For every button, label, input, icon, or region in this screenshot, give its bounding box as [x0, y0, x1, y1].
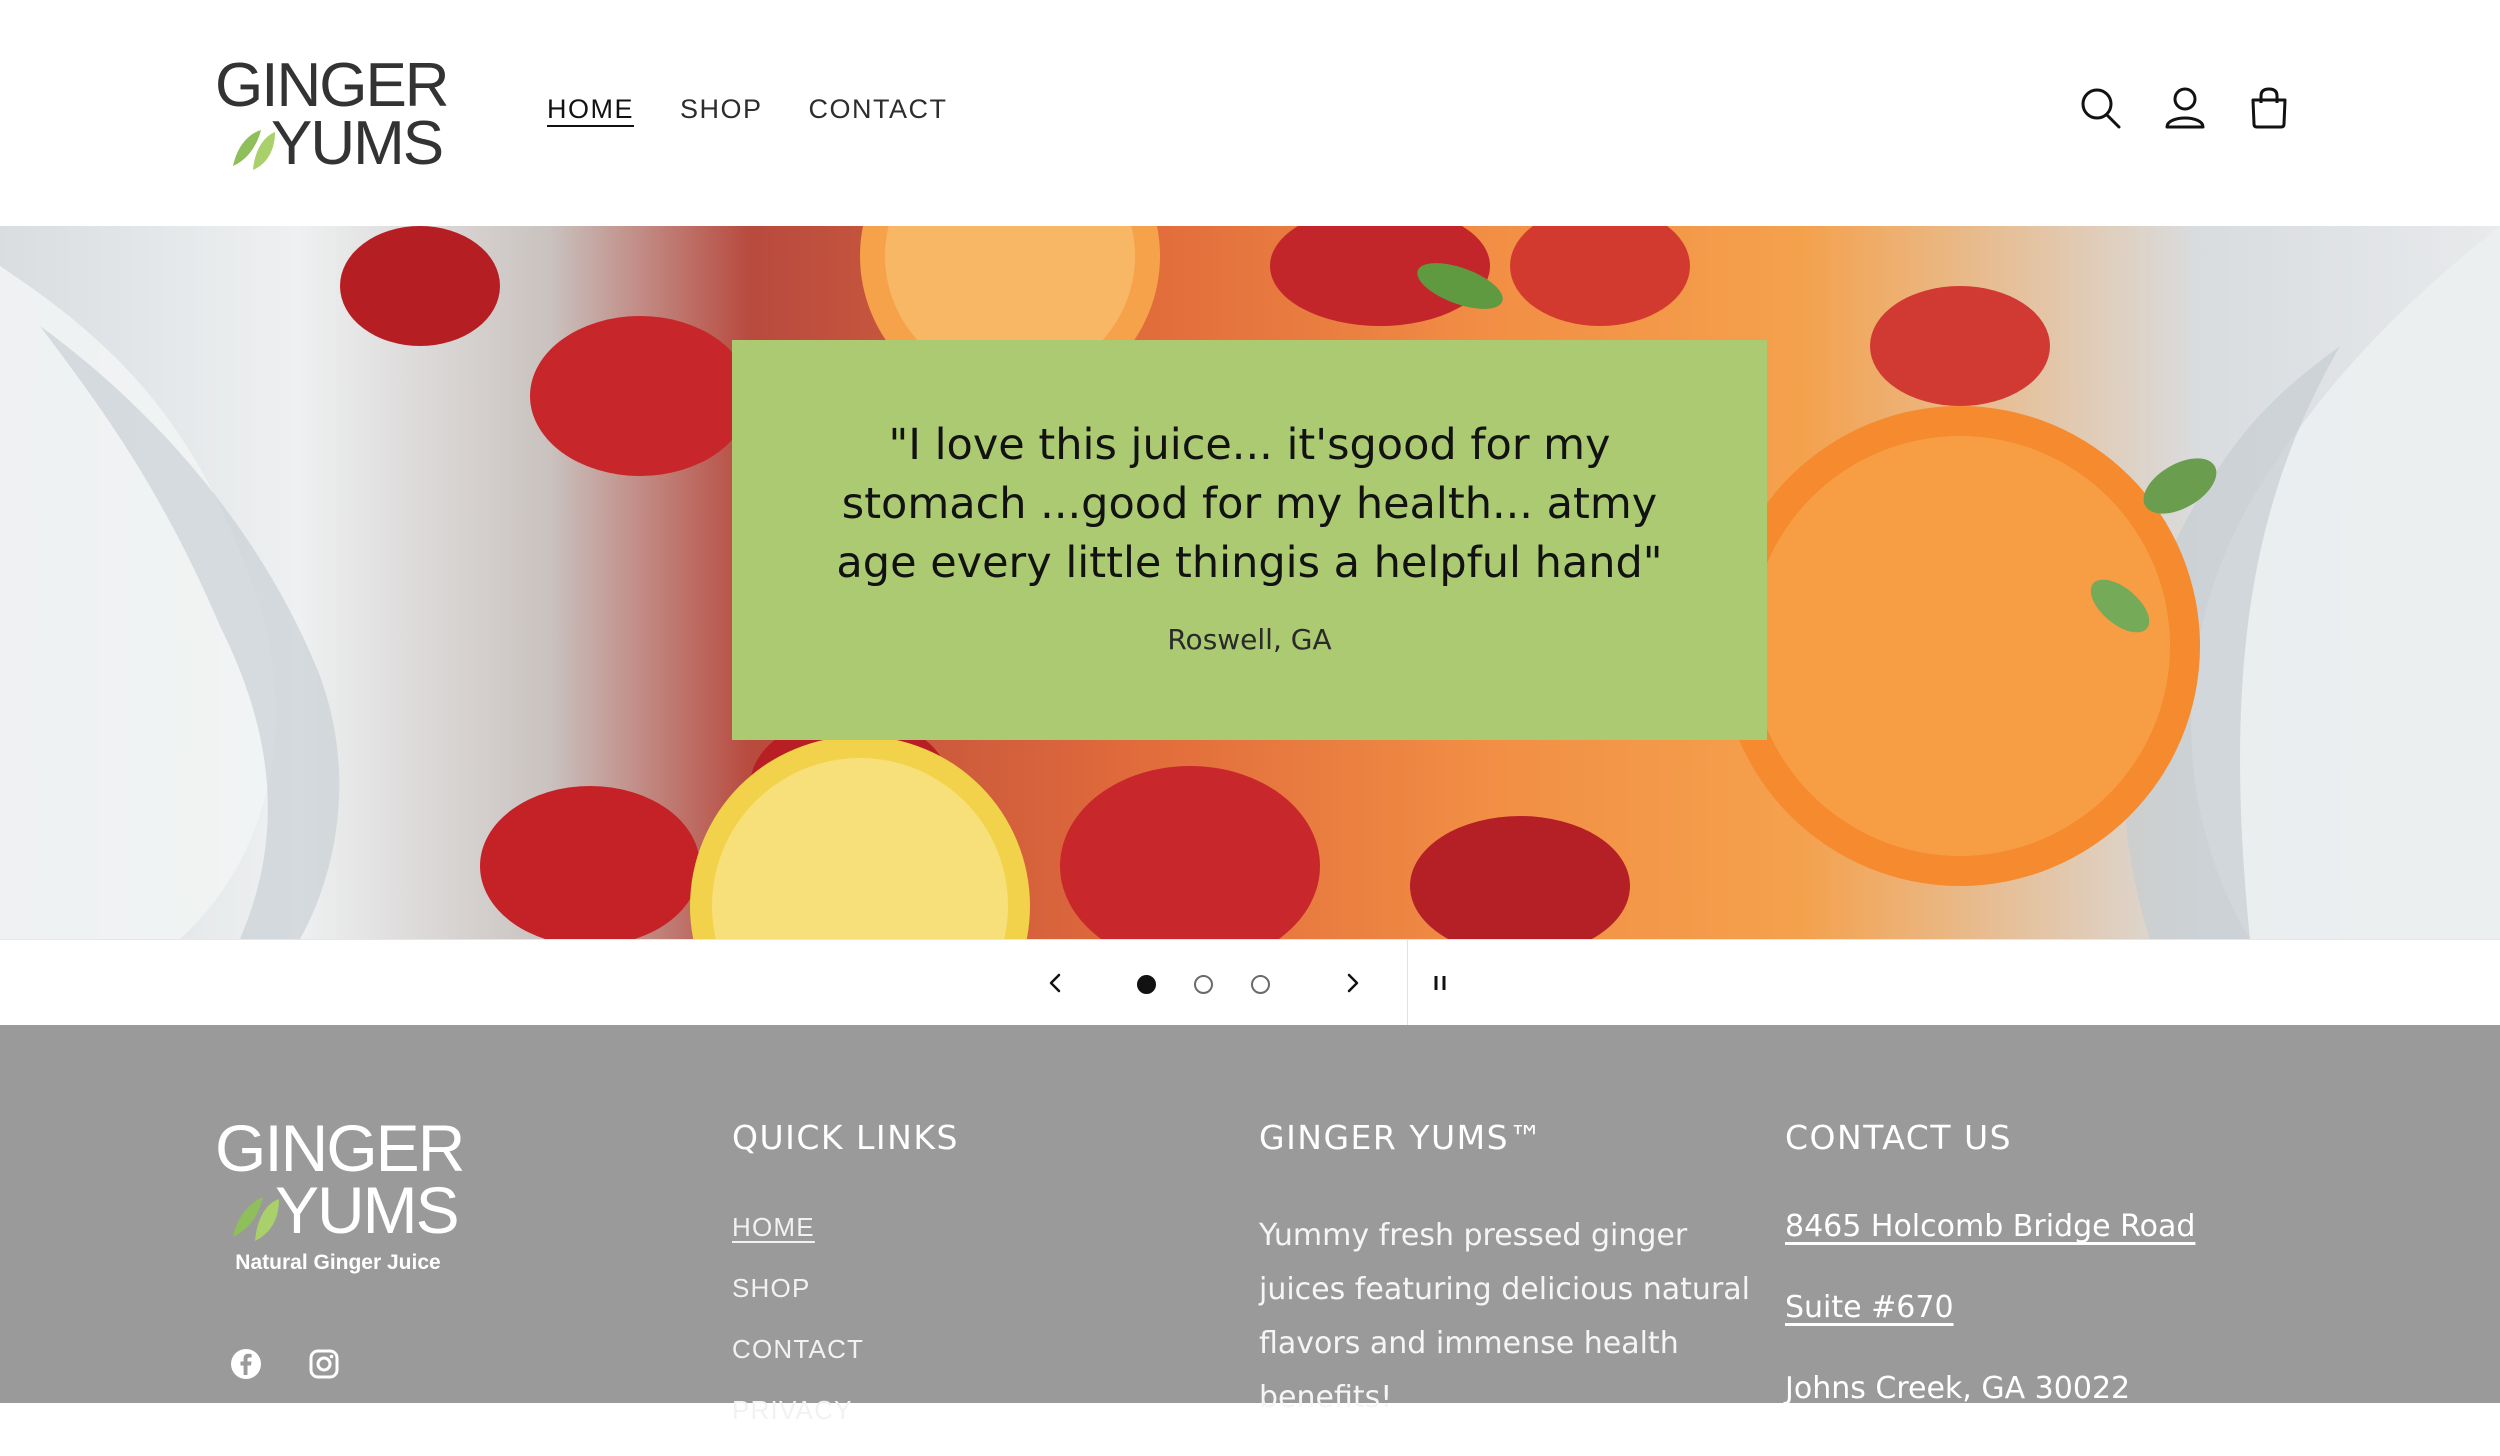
search-icon[interactable] [2080, 86, 2122, 130]
footer-about: GINGER YUMS™ Yummy fresh pressed ginger … [1259, 1118, 1779, 1425]
controls-divider [1407, 940, 1408, 1026]
slide-dot-2[interactable] [1194, 975, 1213, 994]
chevron-right-icon[interactable] [1338, 962, 1368, 1004]
account-icon[interactable] [2164, 86, 2206, 130]
hero-slideshow: "I love this juice... it'sgood for my st… [0, 226, 2500, 939]
about-heading: GINGER YUMS™ [1259, 1118, 1544, 1157]
logo-line2: YUMS [271, 109, 442, 173]
contact-heading: CONTACT US [1785, 1118, 2013, 1157]
testimonial-quote: "I love this juice... it'sgood for my st… [836, 420, 1663, 588]
footer-quick-links: QUICK LINKS HOME SHOP CONTACT PRIVACY [732, 1118, 959, 1456]
slide-dot-3[interactable] [1251, 975, 1270, 994]
cart-icon[interactable] [2248, 86, 2290, 130]
footer-link-shop[interactable]: SHOP [732, 1273, 959, 1304]
slideshow-controls [0, 939, 2500, 1026]
ginger-yums-logo[interactable]: GINGER YUMS [213, 48, 453, 178]
quick-links-heading: QUICK LINKS [732, 1118, 959, 1157]
footer-logo-line2: YUMS [275, 1173, 458, 1247]
site-footer: GINGER YUMS Natural Ginger Juice QUICK L… [0, 1025, 2500, 1425]
facebook-icon[interactable] [230, 1348, 262, 1380]
contact-address-line1[interactable]: 8465 Holcomb Bridge Road [1785, 1209, 2195, 1244]
about-text: Yummy fresh pressed ginger juices featur… [1259, 1218, 1751, 1415]
footer-link-contact[interactable]: CONTACT [732, 1334, 959, 1365]
testimonial-card: "I love this juice... it'sgood for my st… [732, 340, 1767, 740]
testimonial-author: Roswell, GA [1167, 623, 1332, 656]
footer-link-home[interactable]: HOME [732, 1212, 959, 1243]
header-actions [2080, 86, 2290, 130]
main-nav: HOME SHOP CONTACT [547, 94, 948, 125]
nav-contact-link[interactable]: CONTACT [809, 94, 948, 125]
nav-shop-link[interactable]: SHOP [680, 94, 763, 125]
footer-link-privacy[interactable]: PRIVACY [732, 1395, 959, 1426]
social-links [230, 1348, 340, 1380]
footer-tagline: Natural Ginger Juice [235, 1251, 441, 1274]
footer-logo[interactable]: GINGER YUMS [213, 1109, 465, 1309]
site-header: GINGER YUMS HOME SHOP CONTACT [0, 0, 2500, 226]
instagram-icon[interactable] [308, 1348, 340, 1380]
contact-address-line3[interactable]: Johns Creek, GA 30022 [1785, 1371, 2195, 1406]
nav-home-link[interactable]: HOME [547, 94, 634, 125]
pause-icon[interactable] [1425, 962, 1455, 1004]
chevron-left-icon[interactable] [1040, 962, 1070, 1004]
footer-contact: CONTACT US 8465 Holcomb Bridge Road Suit… [1785, 1118, 2195, 1452]
slide-dot-1[interactable] [1137, 975, 1156, 994]
contact-address-line2[interactable]: Suite #670 [1785, 1290, 2195, 1325]
